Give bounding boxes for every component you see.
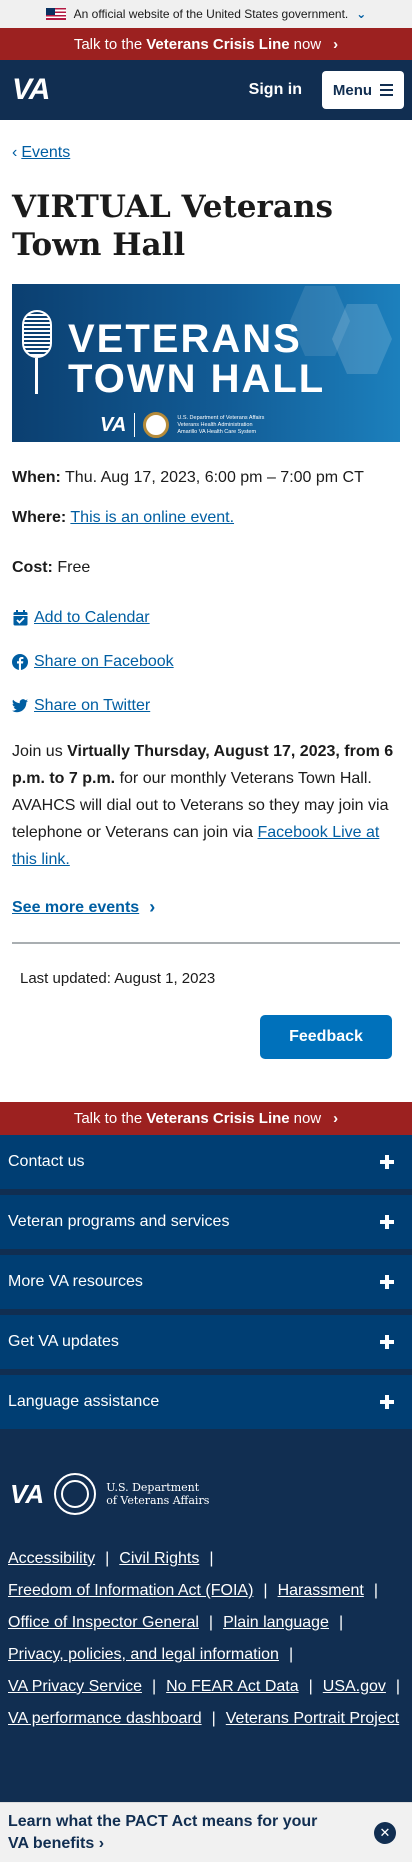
feedback-button[interactable]: Feedback xyxy=(260,1015,392,1059)
crisis-line-banner[interactable]: Talk to the Veterans Crisis Line now › xyxy=(0,28,412,60)
va-logo[interactable]: VA xyxy=(12,73,50,107)
breadcrumb: ‹ Events xyxy=(12,144,400,162)
see-more-events[interactable]: See more events › xyxy=(12,897,400,918)
event-hero-image: VETERANS TOWN HALL VA U.S. Department of… xyxy=(12,284,400,442)
site-footer: Contact us Veteran programs and services… xyxy=(0,1135,412,1802)
plus-icon xyxy=(380,1155,394,1169)
footer-link-no-fear[interactable]: No FEAR Act Data xyxy=(166,1678,299,1696)
footer-link-dashboard[interactable]: VA performance dashboard xyxy=(8,1710,202,1728)
event-cost: Cost: Free xyxy=(12,556,400,580)
accordion-get-updates[interactable]: Get VA updates xyxy=(0,1315,412,1369)
page-title: VIRTUAL Veterans Town Hall xyxy=(12,189,333,263)
chevron-right-icon: › xyxy=(333,1110,339,1127)
footer-logo[interactable]: VA U.S. Department of Veterans Affairs xyxy=(0,1473,412,1515)
footer-link-plain-language[interactable]: Plain language xyxy=(223,1614,329,1632)
chevron-right-icon: › xyxy=(333,35,339,53)
crisis-prefix: Talk to the xyxy=(73,35,143,53)
add-to-calendar-link[interactable]: Add to Calendar xyxy=(34,606,150,630)
accordion-language-assistance[interactable]: Language assistance xyxy=(0,1375,412,1429)
footer-link-privacy-service[interactable]: VA Privacy Service xyxy=(8,1678,142,1696)
chevron-right-icon: › xyxy=(98,1834,105,1852)
event-description: Join us Virtually Thursday, August 17, 2… xyxy=(12,743,394,868)
site-header: VA Sign in Menu xyxy=(0,60,412,120)
sign-in-button[interactable]: Sign in xyxy=(249,81,302,99)
crisis-suffix: now xyxy=(293,35,322,53)
footer-links: Accessibility | Civil Rights | Freedom of … xyxy=(8,1550,401,1728)
footer-link-portrait[interactable]: Veterans Portrait Project xyxy=(226,1710,399,1728)
see-more-events-link[interactable]: See more events xyxy=(12,899,139,917)
pact-act-link[interactable]: Learn what the PACT Act means for your V… xyxy=(8,1811,338,1855)
footer-link-oig[interactable]: Office of Inspector General xyxy=(8,1614,199,1632)
plus-icon xyxy=(380,1335,394,1349)
menu-button[interactable]: Menu xyxy=(322,71,404,109)
cost-label: Cost: xyxy=(12,559,53,576)
facebook-icon xyxy=(12,654,28,670)
va-seal-icon xyxy=(54,1473,97,1515)
va-seal-icon xyxy=(143,412,170,438)
hero-dept-text: U.S. Department of Veterans Affairs Vete… xyxy=(177,414,265,435)
twitter-icon xyxy=(12,698,28,714)
footer-link-accessibility[interactable]: Accessibility xyxy=(8,1550,95,1568)
when-value: Thu. Aug 17, 2023, 6:00 pm – 7:00 pm CT xyxy=(65,469,364,486)
breadcrumb-events-link[interactable]: Events xyxy=(21,144,70,161)
share-twitter[interactable]: Share on Twitter xyxy=(12,694,400,718)
hamburger-icon xyxy=(380,84,394,96)
chevron-down-icon: ⌄ xyxy=(356,7,367,21)
us-flag-icon xyxy=(45,8,66,20)
divider xyxy=(12,942,400,944)
when-label: When: xyxy=(12,469,61,486)
where-label: Where: xyxy=(12,509,67,526)
gov-banner-text: An official website of the United States… xyxy=(73,7,349,21)
footer-crisis-line-banner[interactable]: Talk to the Veterans Crisis Line now › xyxy=(0,1102,412,1135)
gov-banner[interactable]: An official website of the United States… xyxy=(0,0,412,28)
footer-link-usa-gov[interactable]: USA.gov xyxy=(323,1678,386,1696)
pact-act-banner: Learn what the PACT Act means for your V… xyxy=(0,1802,412,1862)
event-info: When: Thu. Aug 17, 2023, 6:00 pm – 7:00 … xyxy=(12,466,400,718)
footer-link-harassment[interactable]: Harassment xyxy=(278,1582,364,1600)
menu-label: Menu xyxy=(332,81,373,99)
footer-dept-name: U.S. Department of Veterans Affairs xyxy=(106,1481,210,1507)
microphone-icon xyxy=(22,310,54,398)
share-facebook[interactable]: Share on Facebook xyxy=(12,650,400,674)
footer-link-civil-rights[interactable]: Civil Rights xyxy=(119,1550,199,1568)
where-link[interactable]: This is an online event. xyxy=(70,509,234,526)
plus-icon xyxy=(380,1275,394,1289)
main-content: ‹ Events VIRTUAL Veterans Town Hall VETER… xyxy=(0,144,412,1059)
accordion-veteran-programs[interactable]: Veteran programs and services xyxy=(0,1195,412,1249)
calendar-check-icon xyxy=(12,610,28,626)
event-when: When: Thu. Aug 17, 2023, 6:00 pm – 7:00 … xyxy=(12,466,400,490)
chevron-left-icon: ‹ xyxy=(12,144,18,161)
hero-title-line2: TOWN HALL xyxy=(68,357,326,401)
chevron-right-icon: › xyxy=(149,897,156,917)
crisis-line-name: Veterans Crisis Line xyxy=(146,35,290,53)
add-to-calendar[interactable]: Add to Calendar xyxy=(12,606,400,630)
accordion-contact-us[interactable]: Contact us xyxy=(0,1135,412,1189)
last-updated: Last updated: August 1, 2023 xyxy=(20,970,216,987)
share-twitter-link[interactable]: Share on Twitter xyxy=(34,694,150,718)
share-facebook-link[interactable]: Share on Facebook xyxy=(34,650,174,674)
hero-va-logo: VA xyxy=(100,413,127,436)
footer-link-privacy[interactable]: Privacy, policies, and legal information xyxy=(8,1646,279,1664)
footer-link-foia[interactable]: Freedom of Information Act (FOIA) xyxy=(8,1582,253,1600)
cost-value: Free xyxy=(57,559,91,576)
accordion-more-resources[interactable]: More VA resources xyxy=(0,1255,412,1309)
plus-icon xyxy=(380,1215,394,1229)
event-where: Where: This is an online event. xyxy=(12,506,400,530)
footer-va-logo: VA xyxy=(10,1478,45,1509)
close-icon[interactable]: ✕ xyxy=(374,1821,396,1844)
hero-title-line1: VETERANS xyxy=(68,317,302,361)
plus-icon xyxy=(380,1395,394,1409)
